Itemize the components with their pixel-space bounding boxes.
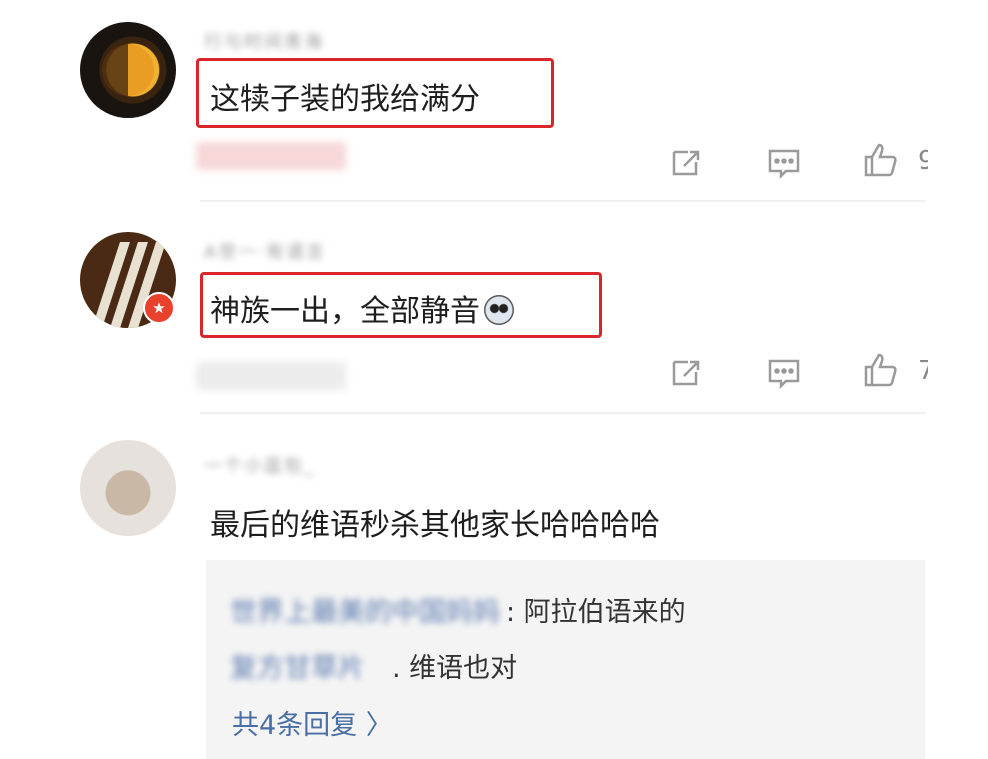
comment-text: 神族一出，全部静音 bbox=[210, 286, 514, 330]
divider bbox=[200, 200, 925, 202]
username[interactable]: 行与时间青海 bbox=[204, 28, 324, 53]
reply-text: . 维语也对 bbox=[392, 653, 518, 684]
share-icon[interactable] bbox=[666, 352, 706, 392]
share-icon[interactable] bbox=[666, 142, 706, 182]
verified-badge-icon: ★ bbox=[143, 292, 175, 324]
comment-text: 这犊子装的我给满分 bbox=[210, 82, 480, 117]
like-icon[interactable] bbox=[860, 350, 900, 390]
comment-icon[interactable] bbox=[764, 142, 804, 182]
timestamp bbox=[196, 362, 346, 390]
username[interactable]: A世一·有语言 bbox=[204, 238, 326, 263]
timestamp bbox=[196, 142, 346, 170]
like-icon[interactable] bbox=[860, 140, 900, 180]
avatar[interactable] bbox=[80, 22, 176, 118]
more-replies-link[interactable]: 共4条回复 〉 bbox=[232, 703, 393, 742]
comment-icon[interactable] bbox=[764, 352, 804, 392]
divider bbox=[200, 412, 925, 414]
username[interactable]: 一个小蓝包_ bbox=[204, 452, 315, 477]
like-count: 7 bbox=[918, 356, 928, 386]
avatar[interactable] bbox=[80, 440, 176, 536]
reply-username[interactable]: 世界上最美的中国妈妈 bbox=[230, 590, 500, 629]
reply-text: : 阿拉伯语来的 bbox=[506, 597, 686, 628]
replies-box: 世界上最美的中国妈妈 : 阿拉伯语来的 复方甘草片 . 维语也对 共4条回复 〉 bbox=[206, 560, 925, 759]
comment-text: 最后的维语秒杀其他家长哈哈哈哈 bbox=[210, 508, 660, 543]
reply-username[interactable]: 复方甘草片 bbox=[230, 646, 365, 685]
like-count: 9 bbox=[918, 146, 928, 176]
emoji-icon bbox=[484, 295, 514, 325]
